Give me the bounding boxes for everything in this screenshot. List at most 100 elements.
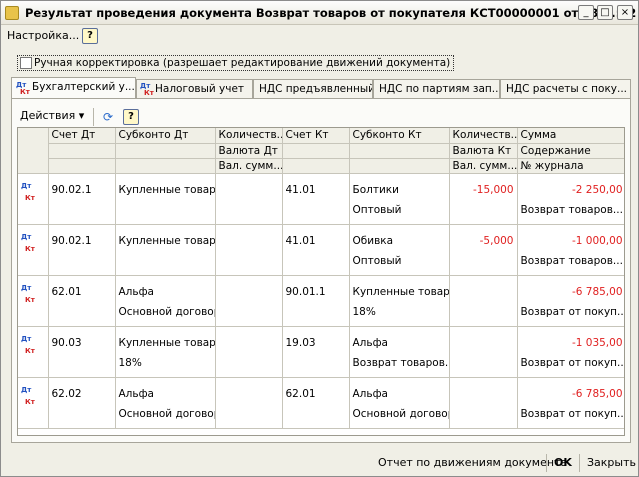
acc-dt-cell[interactable]: 90.03: [48, 326, 116, 378]
table-row[interactable]: Дт Кт 90.02.1 Купленные товары 41.01 Болтики О…: [18, 173, 624, 225]
content-value: Возврат товаров...: [520, 254, 623, 267]
content-value: Возврат от покуп...: [520, 356, 625, 369]
tab-vat-settlements[interactable]: НДС расчеты с поку...: [500, 79, 631, 99]
manual-correction-toggle[interactable]: Ручная корректировка (разрешает редактир…: [17, 55, 455, 71]
actions-menu[interactable]: Действия ▾: [20, 109, 84, 122]
acc-kt-cell[interactable]: 90.01.1: [282, 275, 350, 327]
document-icon: [5, 6, 19, 20]
qty-dt-cell[interactable]: [215, 326, 283, 378]
col-header-content[interactable]: Содержание: [517, 143, 624, 159]
sum-value: -6 785,00: [571, 285, 623, 298]
col-header-acc-kt[interactable]: Счет Кт: [282, 128, 350, 144]
sub-dt-cell[interactable]: Альфа Основной договор: [115, 377, 216, 429]
sum-cell[interactable]: -6 785,00 Возврат от покуп...: [517, 275, 624, 327]
tab-label: Налоговый учет: [155, 83, 245, 95]
movements-table[interactable]: Счет Дт Субконто Дт Количеств... Счет Кт…: [17, 127, 625, 436]
toolbar-separator: [93, 108, 94, 126]
minimize-button[interactable]: _: [578, 5, 594, 20]
tab-tax-accounting[interactable]: Дт Кт Налоговый учет: [136, 79, 253, 99]
help-button[interactable]: ?: [82, 28, 98, 44]
accounting-entry-icon: Дт Кт: [21, 232, 35, 253]
tab-label: Бухгалтерский у...: [32, 81, 135, 93]
content-value: Возврат товаров...: [520, 203, 623, 216]
window-title: Результат проведения документа Возврат т…: [25, 6, 637, 20]
title-bar: Результат проведения документа Возврат т…: [1, 1, 638, 25]
acc-dt-cell[interactable]: 90.02.1: [48, 173, 116, 225]
col-header-curamt-dt[interactable]: Вал. сумм...: [215, 158, 283, 174]
sub-dt-cell[interactable]: Купленные товары: [115, 224, 216, 276]
toolbar-help-button[interactable]: ?: [123, 109, 139, 125]
refresh-icon[interactable]: ⟳: [100, 109, 116, 125]
close-dialog-button[interactable]: Закрыть: [587, 456, 636, 469]
tab-vat-lots[interactable]: НДС по партиям зап...: [373, 79, 500, 99]
tab-label: НДС предъявленный: [259, 83, 373, 95]
sum-cell[interactable]: -2 250,00 Возврат товаров...: [517, 173, 624, 225]
accounting-entry-icon: Дт Кт: [21, 385, 35, 406]
sub-dt-cell[interactable]: Альфа Основной договор: [115, 275, 216, 327]
col-header-cur-kt[interactable]: Валюта Кт: [449, 143, 518, 159]
acc-dt-cell[interactable]: 62.02: [48, 377, 116, 429]
accounting-entry-icon: Дт Кт: [21, 283, 35, 304]
col-header-sub-kt[interactable]: Субконто Кт: [349, 128, 450, 144]
accounting-entry-icon: Дт Кт: [21, 181, 35, 202]
acc-kt-cell[interactable]: 62.01: [282, 377, 350, 429]
maximize-button[interactable]: □: [597, 5, 613, 20]
sub-kt-cell[interactable]: Альфа Возврат товаров...: [349, 326, 450, 378]
settings-menu[interactable]: Настройка...: [7, 29, 79, 42]
accounting-entry-icon: Дт Кт: [21, 334, 35, 355]
entry-type-cell: Дт Кт: [18, 377, 49, 429]
col-header-cur-dt[interactable]: Валюта Дт: [215, 143, 283, 159]
content-value: Возврат от покуп...: [520, 407, 625, 420]
report-button[interactable]: Отчет по движениям документа: [378, 456, 567, 469]
entry-type-cell: Дт Кт: [18, 173, 49, 225]
tab-label: НДС по партиям зап...: [379, 83, 500, 95]
sub-kt-cell[interactable]: Альфа Основной договор: [349, 377, 450, 429]
table-row[interactable]: Дт Кт 62.01 Альфа Основной договор 90.01.1 Куп…: [18, 275, 624, 327]
col-header-sub-dt[interactable]: Субконто Дт: [115, 128, 216, 144]
close-button[interactable]: ×: [617, 5, 633, 20]
result-window: Результат проведения документа Возврат т…: [0, 0, 639, 477]
tab-label: НДС расчеты с поку...: [506, 83, 628, 95]
tax-entry-icon: Дт Кт: [140, 82, 154, 97]
qty-kt-cell[interactable]: -15,000: [449, 173, 518, 225]
sum-cell[interactable]: -1 000,00 Возврат товаров...: [517, 224, 624, 276]
sub-kt-cell[interactable]: Обивка Оптовый: [349, 224, 450, 276]
qty-dt-cell[interactable]: [215, 377, 283, 429]
col-header-sum[interactable]: Сумма: [517, 128, 624, 144]
qty-dt-cell[interactable]: [215, 173, 283, 225]
sum-cell[interactable]: -1 035,00 Возврат от покуп...: [517, 326, 625, 378]
table-row[interactable]: Дт Кт 62.02 Альфа Основной договор 62.01 Альфа…: [18, 377, 625, 429]
table-row[interactable]: Дт Кт 90.03 Купленные товары 18% 19.03 Альфа Во…: [18, 326, 625, 378]
acc-kt-cell[interactable]: 41.01: [282, 173, 350, 225]
tab-accounting[interactable]: Дт Кт Бухгалтерский у...: [11, 77, 136, 100]
sum-value: -1 000,00: [571, 234, 623, 247]
qty-kt-cell[interactable]: [449, 377, 518, 429]
tab-vat-presented[interactable]: НДС предъявленный: [253, 79, 373, 99]
col-header-journal[interactable]: № журнала: [517, 158, 624, 174]
acc-kt-cell[interactable]: 41.01: [282, 224, 350, 276]
menu-bar: Настройка... ?: [1, 26, 638, 48]
acc-kt-cell[interactable]: 19.03: [282, 326, 350, 378]
qty-kt-cell[interactable]: [449, 326, 518, 378]
sub-dt-cell[interactable]: Купленные товары: [115, 173, 216, 225]
table-row[interactable]: Дт Кт 90.02.1 Купленные товары 41.01 Обивка Оп…: [18, 224, 624, 276]
ok-button[interactable]: OK: [554, 456, 572, 469]
sum-value: -2 250,00: [571, 183, 623, 196]
entry-type-cell: Дт Кт: [18, 224, 49, 276]
col-header-qty-kt[interactable]: Количеств...: [449, 128, 518, 144]
sub-kt-cell[interactable]: Купленные товары 18%: [349, 275, 450, 327]
col-header-qty-dt[interactable]: Количеств...: [215, 128, 283, 144]
qty-dt-cell[interactable]: [215, 275, 283, 327]
sub-dt-cell[interactable]: Купленные товары 18%: [115, 326, 216, 378]
qty-kt-cell[interactable]: -5,000: [449, 224, 518, 276]
entry-type-cell: Дт Кт: [18, 275, 49, 327]
col-header-curamt-kt[interactable]: Вал. сумм...: [449, 158, 518, 174]
sub-kt-cell[interactable]: Болтики Оптовый: [349, 173, 450, 225]
qty-kt-cell[interactable]: [449, 275, 518, 327]
sum-cell[interactable]: -6 785,00 Возврат от покуп...: [517, 377, 625, 429]
acc-dt-cell[interactable]: 90.02.1: [48, 224, 116, 276]
col-header-acc-dt[interactable]: Счет Дт: [48, 128, 116, 144]
qty-dt-cell[interactable]: [215, 224, 283, 276]
acc-dt-cell[interactable]: 62.01: [48, 275, 116, 327]
manual-correction-checkbox[interactable]: [20, 57, 32, 69]
